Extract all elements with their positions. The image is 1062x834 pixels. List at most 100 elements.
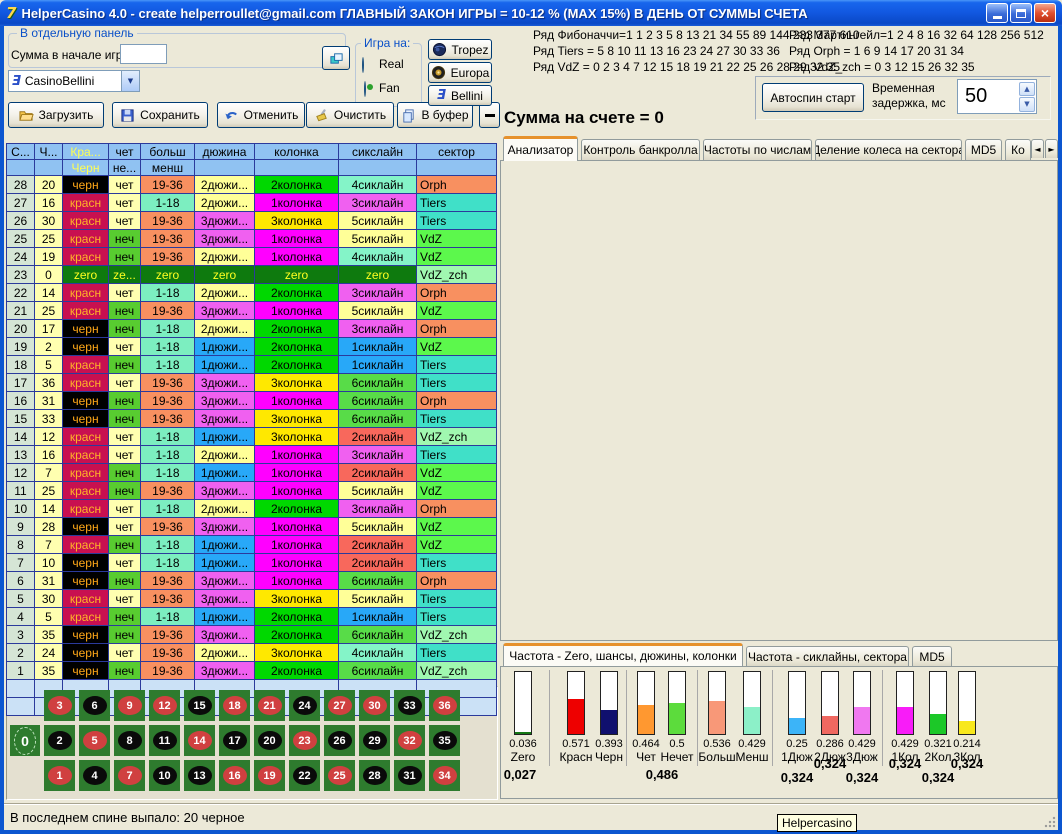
freq-tab-md5[interactable]: MD5: [912, 646, 952, 666]
tab-bankroll-control[interactable]: Контроль банкролла: [581, 139, 700, 160]
combo-dropdown-button[interactable]: ▼: [121, 71, 139, 91]
close-button[interactable]: ×: [1034, 3, 1056, 23]
history-cell: 5сиклайн: [339, 212, 417, 230]
board-number-21[interactable]: 21: [254, 690, 285, 721]
board-number-16[interactable]: 16: [219, 760, 250, 791]
board-number-15[interactable]: 15: [184, 690, 215, 721]
history-cell: 2колонка: [255, 626, 339, 644]
board-number-7[interactable]: 7: [114, 760, 145, 791]
undo-button[interactable]: Отменить: [217, 102, 305, 128]
board-number-32[interactable]: 32: [394, 725, 425, 756]
history-cell: 1сиклайн: [339, 356, 417, 374]
board-number-12[interactable]: 12: [149, 690, 180, 721]
freq-bar-label-black: Черн: [589, 750, 629, 764]
board-number-20[interactable]: 20: [254, 725, 285, 756]
load-button[interactable]: Загрузить: [8, 102, 104, 128]
board-number-27[interactable]: 27: [324, 690, 355, 721]
board-number-6[interactable]: 6: [79, 690, 110, 721]
history-cell: Tiers: [417, 212, 497, 230]
save-button[interactable]: Сохранить: [112, 102, 208, 128]
history-cell: черн: [63, 644, 109, 662]
board-number-9[interactable]: 9: [114, 690, 145, 721]
board-number-18[interactable]: 18: [219, 690, 250, 721]
clear-button[interactable]: Очистить: [306, 102, 394, 128]
history-cell: 18: [7, 356, 35, 374]
tabs-scroll-left-button[interactable]: ◄: [1031, 139, 1044, 158]
board-number-14[interactable]: 14: [184, 725, 215, 756]
history-cell: 5: [7, 590, 35, 608]
detach-panel-button[interactable]: [322, 46, 350, 70]
delay-spinner-down-button[interactable]: ▼: [1019, 97, 1035, 112]
board-number-8[interactable]: 8: [114, 725, 145, 756]
tab-md5[interactable]: MD5: [965, 139, 1002, 160]
history-cell: 27: [7, 194, 35, 212]
minimize-button[interactable]: [986, 3, 1008, 23]
radio-real-label: Real: [379, 57, 404, 71]
board-number-26[interactable]: 26: [324, 725, 355, 756]
history-header-cell: [7, 160, 35, 176]
tab-frequencies-by-numbers[interactable]: Частоты по числам: [703, 139, 812, 160]
board-number-28[interactable]: 28: [359, 760, 390, 791]
radio-fan[interactable]: [364, 81, 366, 97]
tropez-button[interactable]: Tropez: [428, 39, 492, 60]
board-number-23[interactable]: 23: [289, 725, 320, 756]
resize-grip-icon[interactable]: [1044, 816, 1056, 828]
europa-button[interactable]: Europa: [428, 62, 492, 83]
board-number-1[interactable]: 1: [44, 760, 75, 791]
board-number-0[interactable]: 0: [10, 725, 40, 756]
sequence-line: Ряд Tiers = 5 8 10 11 13 16 23 24 27 30 …: [533, 44, 780, 58]
radio-real[interactable]: [362, 57, 364, 73]
freq-tab-zero-chances-dozens-columns[interactable]: Частота - Zero, шансы, дюжины, колонки: [503, 643, 743, 666]
history-cell: Tiers: [417, 590, 497, 608]
board-number-24[interactable]: 24: [289, 690, 320, 721]
freq-total-col3: 0,324: [945, 756, 989, 771]
board-number-25[interactable]: 25: [324, 760, 355, 791]
board-number-13[interactable]: 13: [184, 760, 215, 791]
board-number-4[interactable]: 4: [79, 760, 110, 791]
history-cell: 3дюжи...: [195, 518, 255, 536]
board-number-29[interactable]: 29: [359, 725, 390, 756]
board-number-34[interactable]: 34: [429, 760, 460, 791]
history-header-cell: больш: [141, 144, 195, 160]
tab-more[interactable]: Ко: [1005, 139, 1031, 160]
tab-wheel-sectors[interactable]: Деление колеса на сектора: [815, 139, 962, 160]
history-cell: 5: [35, 608, 63, 626]
history-cell: 13: [7, 446, 35, 464]
history-cell: 11: [7, 482, 35, 500]
board-number-33[interactable]: 33: [394, 690, 425, 721]
board-number-36[interactable]: 36: [429, 690, 460, 721]
freq-bar-box-zero: [514, 671, 532, 735]
delay-spinner-up-button[interactable]: ▲: [1019, 82, 1035, 97]
casino-select[interactable]: Ǝ CasinoBellini ▼: [8, 70, 140, 92]
board-number-5[interactable]: 5: [79, 725, 110, 756]
history-cell: 1колонка: [255, 446, 339, 464]
history-cell: 28: [7, 176, 35, 194]
tabs-scroll-right-button[interactable]: ►: [1045, 139, 1058, 158]
board-number-31[interactable]: 31: [394, 760, 425, 791]
board-number-19[interactable]: 19: [254, 760, 285, 791]
board-number-22[interactable]: 22: [289, 760, 320, 791]
history-cell: красн: [63, 500, 109, 518]
board-number-11[interactable]: 11: [149, 725, 180, 756]
board-number-10[interactable]: 10: [149, 760, 180, 791]
board-number-17[interactable]: 17: [219, 725, 250, 756]
delay-spinner-value[interactable]: 50: [958, 80, 1018, 113]
tab-analyzer[interactable]: Анализатор: [503, 136, 578, 161]
bellini-button[interactable]: ƎBellini: [428, 85, 492, 106]
history-header-cell: С...: [7, 144, 35, 160]
history-cell: VdZ_zch: [417, 266, 497, 284]
freq-total-col2: 0,324: [916, 770, 960, 785]
board-number-2[interactable]: 2: [44, 725, 75, 756]
maximize-button[interactable]: [1010, 3, 1032, 23]
history-cell: Tiers: [417, 608, 497, 626]
history-cell: чет: [109, 554, 141, 572]
board-number-30[interactable]: 30: [359, 690, 390, 721]
start-sum-input[interactable]: [120, 44, 167, 64]
analyzer-tab-panel: [500, 160, 1058, 641]
freq-tab-sixlines-sectors[interactable]: Частота - сиклайны, сектора: [746, 646, 909, 666]
board-number-35[interactable]: 35: [429, 725, 460, 756]
board-number-3[interactable]: 3: [44, 690, 75, 721]
history-cell: черн: [63, 662, 109, 680]
history-cell: неч: [109, 626, 141, 644]
autospin-start-button[interactable]: Автоспин старт: [762, 83, 864, 112]
